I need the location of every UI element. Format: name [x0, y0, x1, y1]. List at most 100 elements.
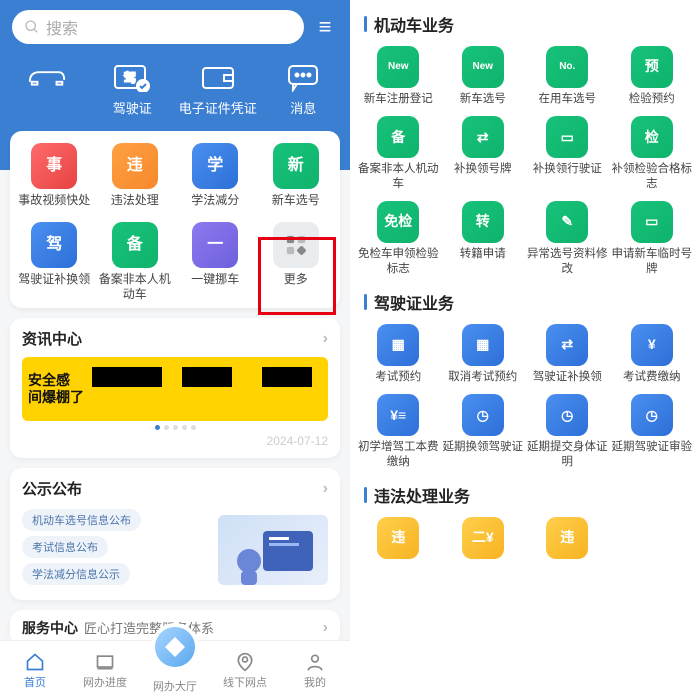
svc-icon: ¥ — [631, 324, 673, 366]
svc-label: 备案非本人机动车 — [356, 162, 441, 191]
tab-vehicle[interactable] — [4, 60, 90, 117]
grid-vehicle: New 新车注册登记 New新车选号No.在用车选号预检验预约备备案非本人机动车⇄补… — [350, 40, 700, 278]
service-label: 备案非本人机动车 — [95, 272, 176, 302]
license-icon: 驾 — [111, 60, 153, 94]
svc-item[interactable]: ⇄补换领号牌 — [441, 116, 526, 191]
home-service-1[interactable]: 违违法处理 — [95, 143, 176, 208]
section-license-header: 驾驶证业务 — [350, 278, 700, 318]
home-service-3[interactable]: 新新车选号 — [256, 143, 337, 208]
svc-label: 检验预约 — [629, 92, 675, 106]
news-card[interactable]: 资讯中心› 安全感间爆棚了 2024-07-12 — [10, 318, 340, 458]
service-icon: 学 — [192, 143, 238, 189]
home-service-5[interactable]: 备备案非本人机动车 — [95, 222, 176, 302]
home-service-0[interactable]: 事事故视频快处 — [14, 143, 95, 208]
highlight-more — [258, 237, 336, 315]
search-icon — [24, 19, 40, 35]
service-icon: 新 — [273, 143, 319, 189]
svc-label: 考试费缴纳 — [623, 370, 681, 384]
service-label: 驾驶证补换领 — [18, 272, 90, 287]
svc-item[interactable]: ▭补换领行驶证 — [525, 116, 610, 191]
svc-icon: ▭ — [546, 116, 588, 158]
svc-item[interactable]: ▦取消考试预约 — [441, 324, 526, 384]
nav-progress[interactable]: 网办进度 — [70, 641, 140, 700]
svc-item[interactable]: 备备案非本人机动车 — [356, 116, 441, 191]
svc-icon: 转 — [462, 201, 504, 243]
svc-label: 驾驶证补换领 — [533, 370, 602, 384]
svc-icon: ▦ — [377, 324, 419, 366]
nav-me[interactable]: 我的 — [280, 641, 350, 700]
search-input[interactable]: 搜索 — [12, 10, 304, 44]
gongshi-pill[interactable]: 学法减分信息公示 — [22, 563, 130, 585]
svc-item[interactable]: 免检免检车申领检验标志 — [356, 201, 441, 276]
svc-item[interactable]: New新车选号 — [441, 46, 526, 106]
svc-item[interactable]: ▭申请新车临时号牌 — [610, 201, 695, 276]
svc-item[interactable]: ◷延期换领驾驶证 — [441, 394, 526, 469]
nav-hall[interactable]: 网办大厅 — [140, 641, 210, 700]
svc-label: 延期驾驶证审验 — [612, 440, 693, 454]
svc-label: 新车注册登记 — [364, 92, 433, 106]
svc-label: 延期提交身体证明 — [525, 440, 610, 469]
svc-item[interactable]: 违 — [356, 517, 441, 563]
home-pane: 搜索 ≡ 驾 驾驶证 电子证件凭证 消息 事事故视频快处违违法处理学学法减分新新… — [0, 0, 350, 700]
svc-item[interactable]: ⇄驾驶证补换领 — [525, 324, 610, 384]
svc-label: 转籍申请 — [460, 247, 506, 261]
svc-label: 异常选号资料修改 — [525, 247, 610, 276]
tab-ecert[interactable]: 电子证件凭证 — [175, 60, 261, 117]
nav-home[interactable]: 首页 — [0, 641, 70, 700]
news-title: 资讯中心 — [22, 328, 82, 349]
home-services-card: 事事故视频快处违违法处理学学法减分新新车选号驾驾驶证补换领备备案非本人机动车一一… — [10, 131, 340, 308]
car-icon — [26, 60, 68, 94]
news-banner[interactable]: 安全感间爆棚了 — [22, 357, 328, 421]
grid-license: ▦考试预约▦取消考试预约⇄驾驶证补换领¥考试费缴纳¥≡初学增驾工本费缴纳◷延期换… — [350, 318, 700, 471]
svc-item[interactable]: ▦考试预约 — [356, 324, 441, 384]
search-bar: 搜索 ≡ — [12, 10, 338, 44]
svc-label: 免检车申领检验标志 — [356, 247, 441, 276]
message-icon — [282, 60, 324, 94]
service-icon: 驾 — [31, 222, 77, 268]
service-title: 服务中心 — [22, 620, 78, 636]
svc-item[interactable]: New 新车注册登记 — [356, 46, 441, 106]
svc-icon: New — [462, 46, 504, 88]
gongshi-pill[interactable]: 机动车选号信息公布 — [22, 509, 141, 531]
svc-item[interactable]: ¥ 考试费缴纳 — [610, 324, 695, 384]
svc-icon: 违 — [377, 517, 419, 559]
svc-item[interactable]: ◷延期提交身体证明 — [525, 394, 610, 469]
search-placeholder: 搜索 — [46, 15, 78, 39]
wallet-icon — [197, 60, 239, 94]
svc-item[interactable]: ◷ 延期驾驶证审验 — [610, 394, 695, 469]
nav-offline[interactable]: 线下网点 — [210, 641, 280, 700]
svc-item[interactable]: 预检验预约 — [610, 46, 695, 106]
svc-icon: ¥≡ — [377, 394, 419, 436]
svc-item[interactable]: 二¥ — [441, 517, 526, 563]
svc-label: 取消考试预约 — [448, 370, 517, 384]
home-service-2[interactable]: 学学法减分 — [175, 143, 256, 208]
gongshi-pill[interactable]: 考试信息公布 — [22, 536, 108, 558]
svc-item[interactable]: ✎异常选号资料修改 — [525, 201, 610, 276]
svc-item[interactable]: 违 — [525, 517, 610, 563]
menu-icon[interactable]: ≡ — [312, 14, 338, 40]
gongshi-pills: 机动车选号信息公布考试信息公布学法减分信息公示 — [22, 509, 141, 590]
svc-icon: ◷ — [631, 394, 673, 436]
svc-icon: 备 — [377, 116, 419, 158]
home-service-6[interactable]: 一一键挪车 — [175, 222, 256, 302]
grid-violation: 违二¥违 — [350, 511, 700, 565]
gongshi-card[interactable]: 公示公布› 机动车选号信息公布考试信息公布学法减分信息公示 — [10, 468, 340, 600]
svg-text:驾: 驾 — [124, 71, 136, 85]
service-label: 一键挪车 — [191, 272, 239, 287]
service-icon: 违 — [112, 143, 158, 189]
svc-item[interactable]: No.在用车选号 — [525, 46, 610, 106]
tab-messages[interactable]: 消息 — [261, 60, 347, 117]
section-vehicle-header: 机动车业务 — [350, 0, 700, 40]
svc-item[interactable]: 转转籍申请 — [441, 201, 526, 276]
pager-dots — [22, 425, 328, 430]
svc-label: 初学增驾工本费缴纳 — [356, 440, 441, 469]
svc-item[interactable]: ¥≡ 初学增驾工本费缴纳 — [356, 394, 441, 469]
home-service-4[interactable]: 驾驾驶证补换领 — [14, 222, 95, 302]
svc-label: 申请新车临时号牌 — [610, 247, 695, 276]
svc-label: 延期换领驾驶证 — [443, 440, 524, 454]
svc-item[interactable]: 检补领检验合格标志 — [610, 116, 695, 191]
news-date: 2024-07-12 — [22, 434, 328, 448]
service-label: 事故视频快处 — [18, 193, 90, 208]
tab-license[interactable]: 驾 驾驶证 — [90, 60, 176, 117]
svc-icon: New — [377, 46, 419, 88]
